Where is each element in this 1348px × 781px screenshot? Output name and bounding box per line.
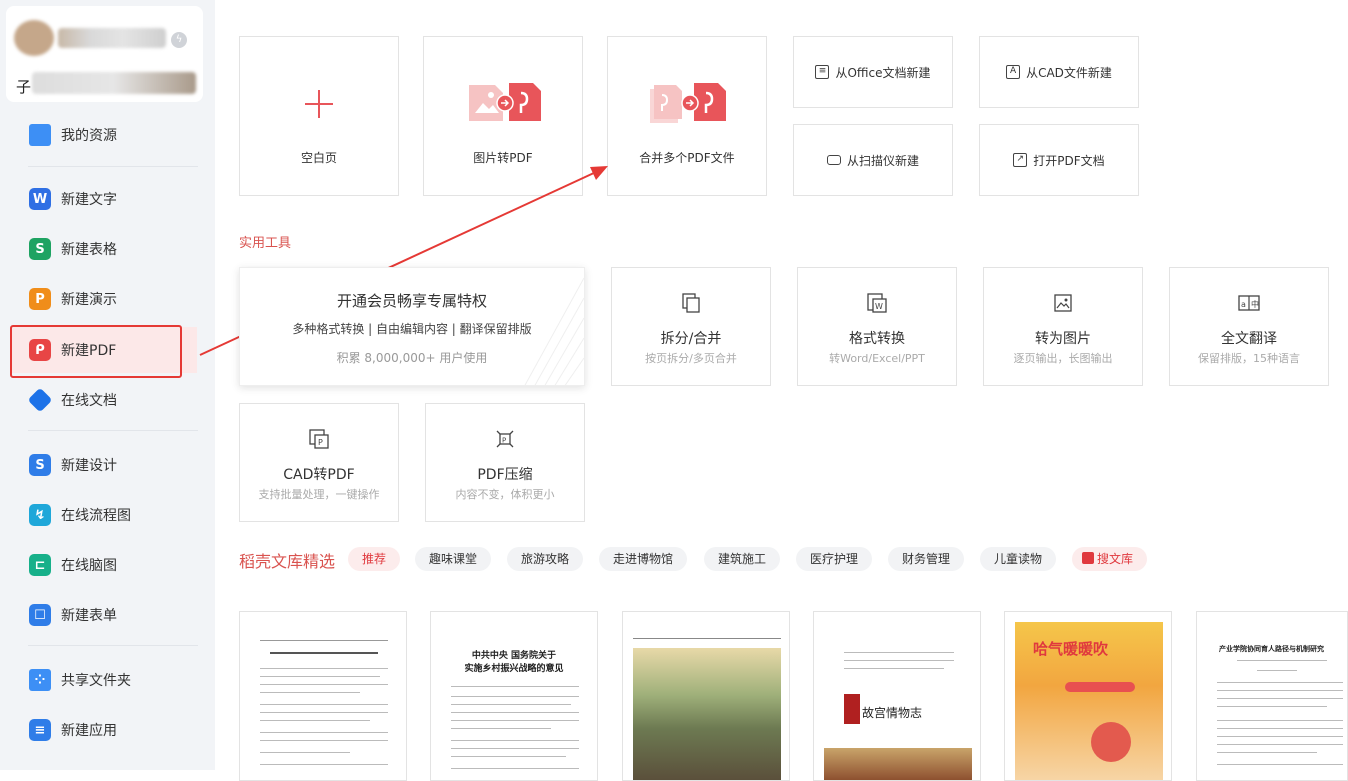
tag-fun-class[interactable]: 趣味课堂 <box>415 547 492 571</box>
tool-to-image[interactable]: 转为图片 逐页输出，长图输出 <box>983 267 1143 386</box>
tool-cad-to-pdf[interactable]: P CAD转PDF 支持批量处理，一键操作 <box>239 403 399 522</box>
format-convert-icon: W <box>867 293 887 313</box>
library-title: 稻壳文库精选 <box>239 552 336 571</box>
tool-format-convert[interactable]: W 格式转换 转Word/Excel/PPT <box>797 267 957 386</box>
svg-text:P: P <box>502 437 506 445</box>
cad-to-pdf-icon: P <box>309 429 329 449</box>
doc-thumbnail[interactable] <box>239 611 407 781</box>
to-image-icon <box>1054 294 1072 312</box>
tool-name: 全文翻译 <box>1221 331 1277 347</box>
doc-illustration <box>1091 722 1131 762</box>
split-merge-icon <box>682 293 700 313</box>
doc-thumbnail[interactable] <box>622 611 790 781</box>
tag-travel[interactable]: 旅游攻略 <box>507 547 584 571</box>
doc-title: 产业学院协同育人路径与机制研究 <box>1219 645 1324 653</box>
tool-name: 格式转换 <box>849 331 905 347</box>
tag-finance[interactable]: 财务管理 <box>888 547 965 571</box>
doc-seal <box>844 694 860 724</box>
tool-name: CAD转PDF <box>283 467 355 483</box>
tool-desc: 保留排版，15种语言 <box>1198 352 1300 365</box>
promo-user-count: 积累 8,000,000+ 用户使用 <box>336 351 488 365</box>
doc-photo <box>824 748 972 780</box>
tools-section-title: 实用工具 <box>239 236 292 251</box>
promo-subtitle: 多种格式转换 | 自由编辑内容 | 翻译保留排版 <box>292 322 532 336</box>
doc-thumbnail[interactable]: 故宫情物志 <box>813 611 981 781</box>
tool-desc: 内容不变，体积更小 <box>455 488 555 501</box>
svg-text:P: P <box>318 438 323 447</box>
tool-name: PDF压缩 <box>477 467 533 483</box>
doc-banner <box>1065 682 1135 692</box>
tool-desc: 支持批量处理，一键操作 <box>258 488 380 501</box>
doc-thumbnail[interactable]: 哈气暖暖吹 <box>1004 611 1172 781</box>
promo-title: 开通会员畅享专属特权 <box>336 292 487 310</box>
tag-kids-books[interactable]: 儿童读物 <box>980 547 1057 571</box>
library-search-icon <box>1082 552 1094 564</box>
tool-desc: 转Word/Excel/PPT <box>829 352 925 365</box>
doc-thumbnail[interactable]: 产业学院协同育人路径与机制研究 <box>1196 611 1348 781</box>
translate-icon: a中 <box>1238 295 1260 311</box>
vip-promo-card[interactable]: 开通会员畅享专属特权 多种格式转换 | 自由编辑内容 | 翻译保留排版 积累 8… <box>239 267 585 386</box>
doc-photo <box>633 648 781 780</box>
tag-recommended[interactable]: 推荐 <box>348 547 401 571</box>
tool-desc: 按页拆分/多页合并 <box>645 352 737 365</box>
svg-text:W: W <box>875 302 883 311</box>
tag-construction[interactable]: 建筑施工 <box>704 547 781 571</box>
doc-title: 故宫情物志 <box>862 706 923 720</box>
svg-text:a: a <box>1241 300 1246 309</box>
tool-split-merge[interactable]: 拆分/合并 按页拆分/多页合并 <box>611 267 771 386</box>
tool-desc: 逐页输出，长图输出 <box>1013 352 1113 365</box>
tool-translate[interactable]: a中 全文翻译 保留排版，15种语言 <box>1169 267 1329 386</box>
tool-name: 拆分/合并 <box>660 331 722 347</box>
tag-museum[interactable]: 走进博物馆 <box>599 547 688 571</box>
search-library-button[interactable]: 搜文库 <box>1072 547 1148 571</box>
pdf-compress-icon: P <box>496 430 514 448</box>
svg-text:中: 中 <box>1251 299 1259 309</box>
tag-medical[interactable]: 医疗护理 <box>796 547 873 571</box>
doc-title: 哈气暖暖吹 <box>1033 640 1109 658</box>
tool-name: 转为图片 <box>1035 331 1091 347</box>
search-library-label: 搜文库 <box>1097 552 1134 566</box>
doc-heading: 中共中央 国务院关于 实施乡村振兴战略的意见 <box>464 651 564 674</box>
doc-thumbnail[interactable]: 中共中央 国务院关于 实施乡村振兴战略的意见 <box>430 611 598 781</box>
tool-pdf-compress[interactable]: P PDF压缩 内容不变，体积更小 <box>425 403 585 522</box>
